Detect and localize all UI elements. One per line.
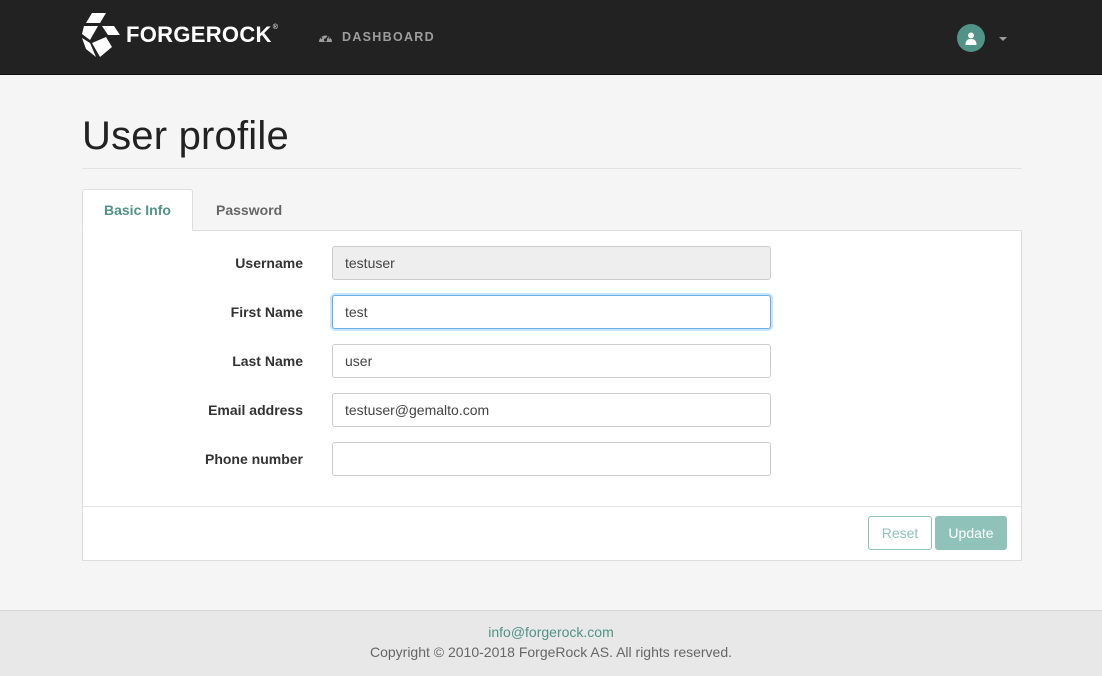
forgerock-logo[interactable]: FORGEROCK ® — [82, 13, 278, 57]
page-footer: info@forgerock.com Copyright © 2010-2018… — [0, 610, 1102, 676]
phone-label: Phone number — [204, 451, 303, 467]
dashboard-label: DASHBOARD — [342, 30, 435, 44]
top-navbar: FORGEROCK ® DASHBOARD — [0, 0, 1102, 75]
username-field[interactable] — [332, 246, 771, 280]
panel-footer-divider — [83, 506, 1021, 507]
profile-form-panel: Username First Name Last Name Email addr… — [82, 230, 1022, 561]
user-menu-dropdown[interactable] — [957, 24, 1007, 52]
footer-copyright: Copyright © 2010-2018 ForgeRock AS. All … — [369, 644, 733, 660]
title-divider — [82, 168, 1022, 169]
phone-field[interactable] — [332, 442, 771, 476]
first-name-field[interactable] — [332, 295, 771, 329]
tab-password[interactable]: Password — [195, 189, 303, 231]
reset-button[interactable]: Reset — [868, 516, 932, 550]
email-label: Email address — [208, 402, 303, 418]
avatar[interactable] — [957, 24, 985, 52]
last-name-label: Last Name — [232, 353, 303, 369]
last-name-field[interactable] — [332, 344, 771, 378]
tab-basic-info[interactable]: Basic Info — [82, 189, 193, 231]
update-button[interactable]: Update — [935, 516, 1007, 550]
caret-down-icon[interactable] — [999, 37, 1007, 41]
registered-mark: ® — [272, 23, 278, 31]
first-name-label: First Name — [230, 304, 303, 320]
dashboard-gauge-icon — [319, 33, 332, 42]
footer-email-link[interactable]: info@forgerock.com — [0, 624, 1102, 640]
email-field[interactable] — [332, 393, 771, 427]
brand-name: FORGEROCK — [126, 22, 272, 47]
page-title: User profile — [82, 114, 289, 158]
nav-dashboard-link[interactable]: DASHBOARD — [318, 30, 435, 44]
forgerock-mark-icon — [82, 13, 120, 57]
user-icon — [965, 32, 977, 45]
username-label: Username — [235, 255, 303, 271]
